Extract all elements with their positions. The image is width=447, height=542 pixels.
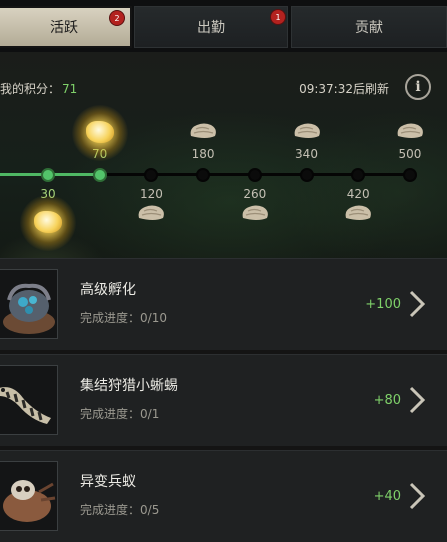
gold-chest-icon xyxy=(85,121,114,143)
refresh-countdown: 09:37:32后刷新 xyxy=(299,82,389,96)
task-reward: +40 xyxy=(373,489,401,504)
task-progress-label: 完成进度： xyxy=(80,311,141,325)
milestone-value: 340 xyxy=(295,147,318,161)
info-icon[interactable]: i xyxy=(405,74,431,100)
milestone-node xyxy=(402,168,417,182)
task-progress: 完成进度：0/1 xyxy=(80,405,159,422)
task-progress-value: 0/1 xyxy=(140,407,160,421)
tab-active[interactable]: 活跃 2 xyxy=(0,6,132,48)
milestone-node xyxy=(299,168,314,182)
gold-glow-icon[interactable] xyxy=(71,105,128,161)
milestone-node xyxy=(351,168,366,182)
stone-icon[interactable] xyxy=(240,203,270,223)
milestone-node xyxy=(196,168,211,182)
stone-icon[interactable] xyxy=(343,203,373,223)
task-row[interactable]: 异变兵蚁 完成进度：0/5 +40 xyxy=(0,450,447,542)
tab-active-badge: 2 xyxy=(110,11,124,25)
activity-progress-panel: 我的积分：71 09:37:32后刷新 i 307012018026034042… xyxy=(0,52,447,258)
tab-contribution[interactable]: 贡献 xyxy=(291,6,447,48)
my-score: 我的积分： 71 xyxy=(0,80,77,97)
tab-attendance-label: 出勤 xyxy=(197,20,225,36)
tab-contribution-label: 贡献 xyxy=(355,20,383,36)
milestone-value: 260 xyxy=(243,187,267,201)
stone-icon[interactable] xyxy=(188,121,218,141)
mutant-ant-icon xyxy=(0,461,58,531)
task-name: 异变兵蚁 xyxy=(80,474,136,490)
gold-glow-icon[interactable] xyxy=(20,195,76,251)
chevron-right-icon[interactable] xyxy=(407,385,427,415)
milestone-node xyxy=(41,168,55,182)
milestone-value: 500 xyxy=(398,147,422,161)
task-progress-value: 0/5 xyxy=(140,503,160,517)
task-progress-label: 完成进度： xyxy=(80,503,141,517)
milestone-node xyxy=(92,168,107,182)
task-reward: +100 xyxy=(365,297,401,312)
tab-attendance[interactable]: 出勤 1 xyxy=(134,6,288,48)
stone-icon[interactable] xyxy=(395,121,425,141)
milestone-node xyxy=(144,168,159,182)
task-progress-value: 0/10 xyxy=(140,311,167,325)
my-score-label: 我的积分： xyxy=(0,82,61,96)
my-score-value: 71 xyxy=(62,82,78,96)
chevron-right-icon[interactable] xyxy=(407,289,427,319)
tab-bar: 活跃 2 出勤 1 贡献 xyxy=(0,0,447,52)
stone-icon[interactable] xyxy=(292,121,322,141)
milestone-value: 180 xyxy=(191,147,215,161)
task-progress: 完成进度：0/10 xyxy=(80,309,167,326)
task-reward: +80 xyxy=(373,393,401,408)
tab-active-label: 活跃 xyxy=(50,20,78,36)
chevron-right-icon[interactable] xyxy=(407,481,427,511)
task-row[interactable]: 高级孵化 完成进度：0/10 +100 xyxy=(0,258,447,350)
task-progress-label: 完成进度： xyxy=(80,407,141,421)
task-name: 高级孵化 xyxy=(80,282,136,298)
stone-icon[interactable] xyxy=(136,203,166,223)
gold-chest-icon xyxy=(34,211,62,233)
hatchery-icon xyxy=(0,269,58,339)
milestone-value: 420 xyxy=(346,187,370,201)
task-list: 高级孵化 完成进度：0/10 +100 集结狩猎小蜥蜴 完成进度：0/1 +80 xyxy=(0,258,447,542)
task-name: 集结狩猎小蜥蜴 xyxy=(80,378,178,394)
task-row[interactable]: 集结狩猎小蜥蜴 完成进度：0/1 +80 xyxy=(0,354,447,446)
tab-attendance-badge: 1 xyxy=(271,10,285,24)
task-progress: 完成进度：0/5 xyxy=(80,501,159,518)
milestone-node xyxy=(247,168,262,182)
milestone-value: 120 xyxy=(139,187,163,201)
lizard-icon xyxy=(0,365,58,435)
